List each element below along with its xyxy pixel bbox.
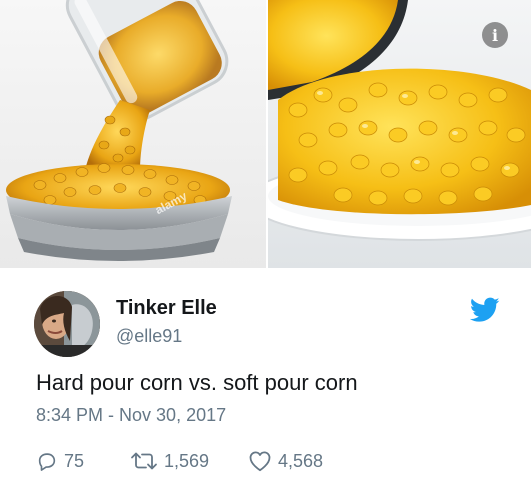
retweet-count: 1,569 — [164, 450, 210, 471]
tweet-text: Hard pour corn vs. soft pour corn — [36, 370, 358, 395]
reply-button[interactable]: 75 — [36, 450, 84, 472]
info-glyph: i — [491, 25, 499, 45]
like-count: 4,568 — [278, 450, 324, 471]
twitter-bird-icon[interactable] — [469, 297, 500, 323]
tweet-media[interactable]: alamy i — [0, 0, 531, 268]
heart-icon — [249, 451, 271, 472]
like-button[interactable]: 4,568 — [248, 450, 323, 472]
hard-corn-photo[interactable]: alamy — [0, 0, 266, 268]
avatar-image — [34, 291, 100, 357]
avatar[interactable] — [34, 291, 100, 357]
retweet-icon — [131, 452, 157, 470]
reply-count: 75 — [64, 450, 85, 471]
info-icon[interactable]: i — [482, 22, 508, 48]
author-name[interactable]: Tinker Elle — [116, 297, 217, 320]
tweet-card: alamy i Tinker Elle @elle91 Hard pour co… — [0, 0, 531, 500]
tweet-timestamp[interactable]: 8:34 PM - Nov 30, 2017 — [36, 405, 226, 426]
retweet-button[interactable]: 1,569 — [130, 450, 209, 472]
reply-icon — [38, 453, 56, 471]
author-handle[interactable]: @elle91 — [116, 326, 182, 347]
